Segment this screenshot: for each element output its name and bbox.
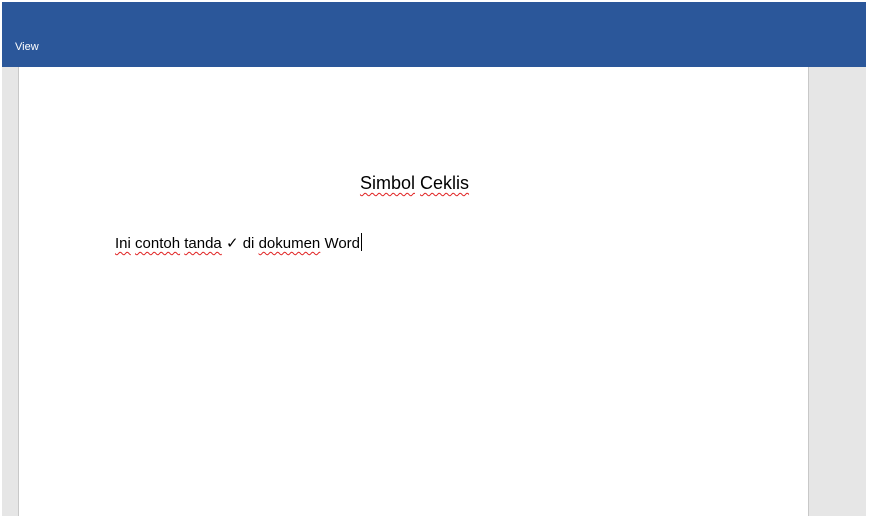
title-word-ceklis: Ceklis — [420, 173, 470, 193]
body-word-tanda: tanda — [184, 235, 222, 252]
body-word-di: di — [242, 235, 255, 252]
word-window: View Simbol Ceklis Ini contoh tanda ✓ di… — [0, 0, 869, 516]
body-word-ini: Ini — [115, 235, 131, 252]
body-word-contoh: contoh — [135, 235, 181, 252]
title-word-simbol: Simbol — [359, 173, 415, 193]
document-body-line[interactable]: Ini contoh tanda ✓ di dokumen Word — [115, 233, 363, 252]
text-cursor — [361, 233, 363, 251]
body-word-word: Word — [324, 235, 361, 252]
document-page[interactable]: Simbol Ceklis Ini contoh tanda ✓ di doku… — [18, 67, 809, 516]
ribbon-bar: View — [2, 2, 866, 67]
checkmark-symbol: ✓ — [225, 234, 239, 252]
document-title[interactable]: Simbol Ceklis — [19, 173, 810, 194]
tab-view[interactable]: View — [15, 41, 39, 53]
body-word-dokumen: dokumen — [258, 235, 321, 252]
